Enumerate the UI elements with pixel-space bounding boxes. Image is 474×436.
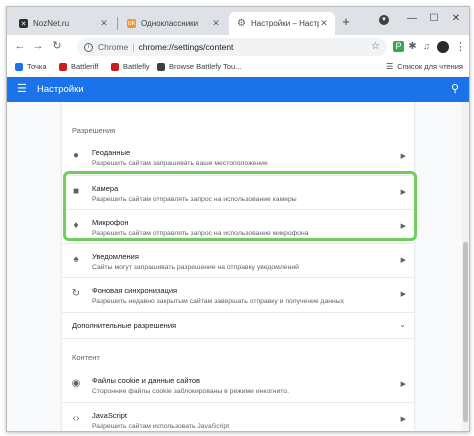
search-icon[interactable]: ⚲ [451,82,459,95]
chevron-right-icon: ▶ [400,153,406,160]
close-window-icon[interactable]: ✕ [449,13,463,24]
minimize-icon[interactable]: — [405,13,419,24]
settings-card: Разрешения ● Геоданные Разрешить сайтам … [62,102,414,431]
bookmark-label: Battlefly [123,62,150,71]
additional-permissions-expander[interactable]: Дополнительные разрешения ⌄ [62,313,414,337]
tab-title: Настройки – Настройки Google [251,19,319,28]
bell-icon: ♠ [73,254,79,265]
chevron-right-icon: ▶ [400,416,406,423]
list-item-background-sync[interactable]: ↻ Фоновая синхронизация Разрешить недавн… [62,278,414,312]
extension-green-icon[interactable]: P [393,41,404,52]
tab-title: Одноклассники [141,19,199,28]
bookmark-favicon-icon [15,62,23,71]
item-description: Сторонние файлы cookie заблокированы в р… [92,388,289,395]
bookmark-star-icon[interactable]: ☆ [371,41,380,52]
bookmark-battleriff[interactable]: Battleriff [59,62,98,71]
expander-label: Дополнительные разрешения [72,321,177,330]
code-icon: ‹› [72,413,80,424]
page-title: Настройки [37,84,84,95]
list-item-cookies[interactable]: ◉ Файлы cookie и данные сайтов Сторонние… [62,368,414,402]
url-separator: | [132,42,135,52]
bookmark-favicon-icon [111,62,119,71]
hamburger-menu-icon[interactable]: ☰ [17,83,27,95]
bookmarks-bar: Точка Battleriff Battlefly Browse Battle… [7,59,469,78]
new-tab-button[interactable]: + [339,15,353,28]
noznet-favicon-icon: ✕ [19,19,28,28]
more-menu-icon[interactable]: ⋮ [455,40,466,53]
location-pin-icon: ● [72,150,80,161]
scrollbar[interactable] [462,102,469,431]
item-title: Уведомления [92,252,139,261]
item-description: Разрешить недавно закрытым сайтам заверш… [92,298,345,305]
reading-list-button[interactable]: ☰ Список для чтения [386,62,463,71]
url-text: chrome://settings/content [138,42,234,52]
item-title: Файлы cookie и данные сайтов [92,376,201,385]
avatar[interactable] [437,41,449,53]
item-title: JavaScript [92,411,128,420]
item-title: Геоданные [92,148,131,157]
list-item-javascript[interactable]: ‹› JavaScript Разрешить сайтам использов… [62,403,414,431]
tab-noznet[interactable]: ✕ NozNet.ru ✕ [11,12,115,35]
sync-icon: ↻ [71,288,81,299]
chevron-right-icon: ▶ [400,291,406,298]
close-tab-icon[interactable]: ✕ [211,18,221,29]
maximize-icon[interactable]: ☐ [427,13,441,24]
browser-window: ✕ NozNet.ru ✕ ok Одноклассники ✕ ⚙ Настр… [6,6,470,432]
forward-icon[interactable]: → [31,40,45,53]
back-icon[interactable]: ← [13,40,27,53]
bookmark-label: Battleriff [71,62,99,71]
odnoklassniki-favicon-icon: ok [127,19,136,28]
reading-list-label: Список для чтения [397,62,463,71]
address-bar[interactable]: i Chrome | chrome://settings/content ☆ [77,38,387,56]
chevron-right-icon: ▶ [400,381,406,388]
item-title: Фоновая синхронизация [92,286,178,295]
section-label-permissions: Разрешения [72,126,116,135]
list-item-location[interactable]: ● Геоданные Разрешить сайтам запрашивать… [62,140,414,174]
close-tab-icon[interactable]: ✕ [319,18,329,29]
list-item-notifications[interactable]: ♠ Уведомления Сайты могут запрашивать ра… [62,244,414,278]
site-info-icon[interactable]: i [84,42,93,52]
bookmark-favicon-icon [157,62,165,71]
tab-title: NozNet.ru [33,19,70,28]
settings-header: ☰ Настройки ⚲ [7,77,469,102]
tab-odnoklassniki[interactable]: ok Одноклассники ✕ [119,12,227,35]
reload-icon[interactable]: ↻ [50,40,64,53]
bookmark-tochka[interactable]: Точка [15,62,47,71]
bookmark-label: Точка [27,62,47,71]
item-description: Сайты могут запрашивать разрешение на от… [92,264,299,271]
close-tab-icon[interactable]: ✕ [99,18,109,29]
tab-settings[interactable]: ⚙ Настройки – Настройки Google ✕ [229,12,335,35]
section-label-content: Контент [72,353,100,362]
media-control-icon[interactable]: ♫ [421,41,432,52]
item-description: Разрешить сайтам использовать JavaScript [92,423,230,430]
url-scheme: Chrome [98,42,129,52]
highlight-frame [63,171,417,241]
scrollbar-thumb[interactable] [463,242,468,422]
bookmark-label: Browse Battlefy Tou... [169,62,242,71]
chevron-down-icon: ⌄ [399,320,406,329]
extensions-puzzle-icon[interactable]: ✱ [407,41,418,52]
bookmark-browse-battlefy[interactable]: Browse Battlefy Tou... [157,62,241,71]
bookmark-battlefly[interactable]: Battlefly [111,62,150,71]
settings-content: Разрешения ● Геоданные Разрешить сайтам … [7,102,469,431]
cookie-icon: ◉ [71,378,81,389]
item-description: Разрешить сайтам запрашивать ваше местоп… [92,160,268,167]
bookmark-favicon-icon [59,62,67,71]
chevron-right-icon: ▶ [400,257,406,264]
toolbar: ← → ↻ i Chrome | chrome://settings/conte… [7,35,469,59]
reading-list-icon: ☰ [386,62,394,71]
tab-search-icon[interactable]: ▼ [377,13,391,25]
tab-strip: ✕ NozNet.ru ✕ ok Одноклассники ✕ ⚙ Настр… [7,7,469,35]
gear-icon: ⚙ [237,18,246,29]
